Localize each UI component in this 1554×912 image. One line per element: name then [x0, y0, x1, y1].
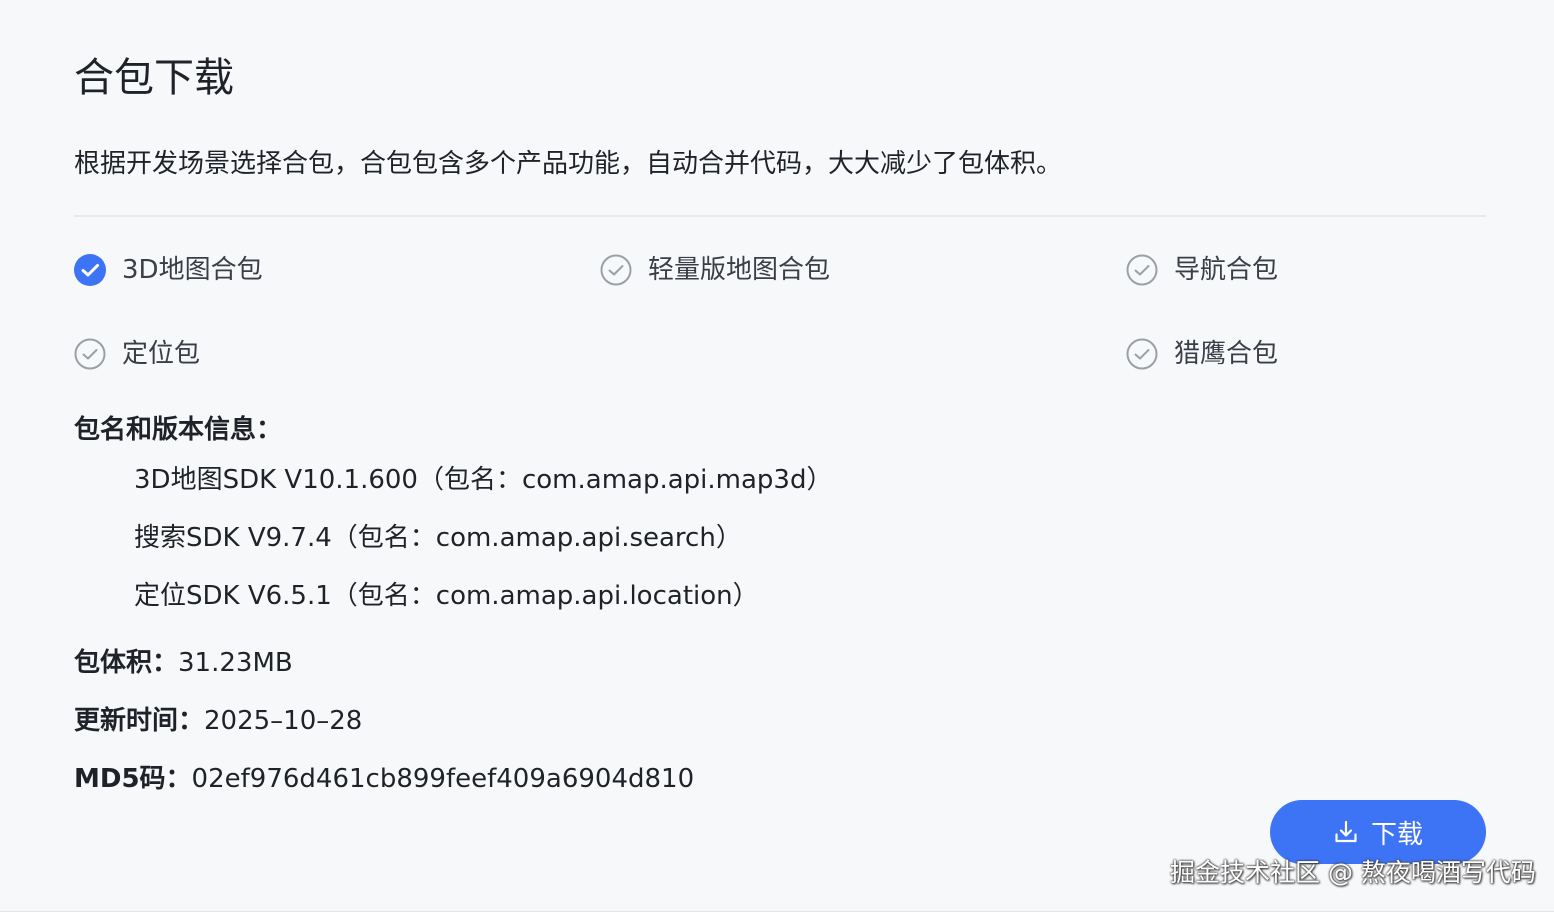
- update-time-value: 2025–10–28: [204, 706, 363, 736]
- option-lite-map-package[interactable]: 轻量版地图合包: [600, 250, 830, 290]
- package-size-label: 包体积：: [74, 648, 179, 678]
- sdk-list: 3D地图SDK V10.1.600（包名：com.amap.api.map3d）…: [134, 462, 832, 636]
- option-label: 轻量版地图合包: [648, 255, 831, 285]
- checked-circle-icon: [74, 254, 106, 286]
- download-button-label: 下载: [1370, 819, 1423, 850]
- option-label: 定位包: [122, 339, 201, 369]
- option-label: 3D地图合包: [122, 255, 263, 285]
- package-size-value: 31.23MB: [178, 648, 293, 678]
- option-label: 导航合包: [1174, 255, 1279, 285]
- sdk-item: 搜索SDK V9.7.4（包名：com.amap.api.search）: [134, 523, 742, 553]
- option-location-package[interactable]: 定位包: [74, 334, 200, 374]
- sdk-item: 3D地图SDK V10.1.600（包名：com.amap.api.map3d）: [134, 465, 833, 495]
- update-time-row: 更新时间：2025–10–28: [74, 703, 362, 739]
- sdk-item: 定位SDK V6.5.1（包名：com.amap.api.location）: [134, 581, 759, 611]
- option-label: 猎鹰合包: [1174, 339, 1279, 369]
- divider: [74, 215, 1486, 217]
- unchecked-circle-icon: [74, 338, 106, 370]
- package-download-panel: 合包下载 根据开发场景选择合包，合包包含多个产品功能，自动合并代码，大大减少了包…: [0, 0, 1554, 912]
- package-info-label: 包名和版本信息：: [74, 415, 283, 445]
- update-time-label: 更新时间：: [74, 706, 205, 736]
- md5-row: MD5码：02ef976d461cb899feef409a6904d810: [74, 761, 694, 797]
- page-description: 根据开发场景选择合包，合包包含多个产品功能，自动合并代码，大大减少了包体积。: [74, 149, 1063, 179]
- download-icon: [1335, 820, 1357, 843]
- watermark: 掘金技术社区 @ 熬夜喝酒写代码: [1170, 858, 1536, 887]
- package-size-row: 包体积：31.23MB: [74, 645, 293, 681]
- option-navigation-package[interactable]: 导航合包: [1126, 250, 1278, 290]
- download-button[interactable]: 下载: [1270, 800, 1486, 864]
- unchecked-circle-icon: [1126, 338, 1158, 370]
- page-title: 合包下载: [74, 55, 234, 101]
- unchecked-circle-icon: [1126, 254, 1158, 286]
- md5-label: MD5码：: [74, 764, 192, 794]
- option-3d-map-package[interactable]: 3D地图合包: [74, 250, 263, 290]
- md5-value: 02ef976d461cb899feef409a6904d810: [191, 764, 695, 794]
- option-falcon-package[interactable]: 猎鹰合包: [1126, 334, 1278, 374]
- unchecked-circle-icon: [600, 254, 632, 286]
